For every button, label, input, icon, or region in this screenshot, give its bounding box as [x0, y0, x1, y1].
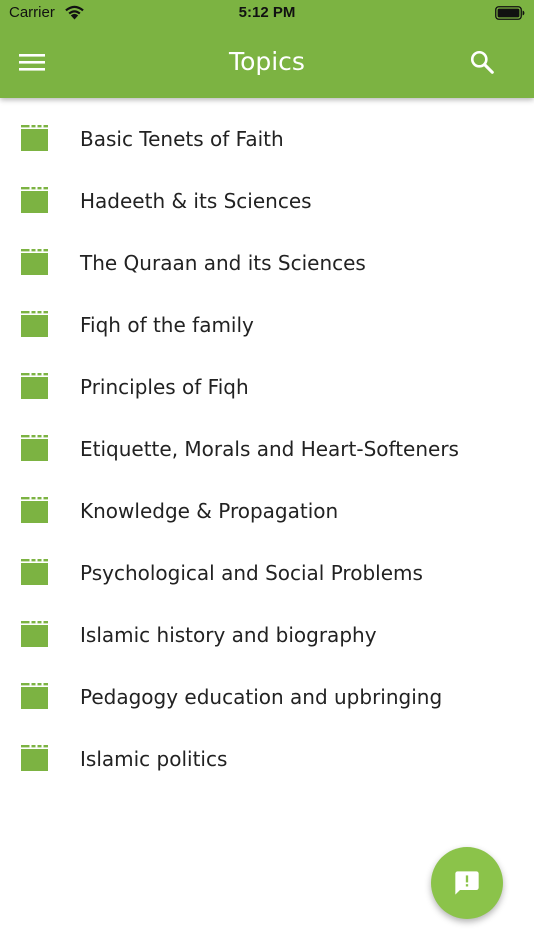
topic-item[interactable]: Basic Tenets of Faith	[0, 108, 534, 170]
topic-item[interactable]: Islamic history and biography	[0, 604, 534, 666]
folder-icon	[21, 249, 48, 275]
topic-label: Principles of Fiqh	[80, 375, 249, 399]
folder-icon	[21, 311, 48, 337]
topic-label: Islamic history and biography	[80, 623, 377, 647]
topic-item[interactable]: Hadeeth & its Sciences	[0, 170, 534, 232]
topic-item[interactable]: Pedagogy education and upbringing	[0, 666, 534, 728]
hamburger-menu-icon	[19, 54, 45, 71]
folder-icon	[21, 187, 48, 213]
topic-item[interactable]: Etiquette, Morals and Heart-Softeners	[0, 418, 534, 480]
menu-button[interactable]	[8, 38, 56, 86]
topic-item[interactable]: Fiqh of the family	[0, 294, 534, 356]
topic-item[interactable]: Principles of Fiqh	[0, 356, 534, 418]
page-title: Topics	[229, 47, 305, 76]
topic-label: Hadeeth & its Sciences	[80, 189, 312, 213]
topic-label: Islamic politics	[80, 747, 228, 771]
topic-label: The Quraan and its Sciences	[80, 251, 366, 275]
topic-label: Knowledge & Propagation	[80, 499, 339, 523]
folder-icon	[21, 125, 48, 151]
folder-icon	[21, 497, 48, 523]
top-bar: Carrier 5:12 PM Topics	[0, 0, 534, 98]
topic-label: Psychological and Social Problems	[80, 561, 423, 585]
topic-label: Fiqh of the family	[80, 313, 254, 337]
clock-label: 5:12 PM	[238, 4, 296, 21]
status-bar: Carrier 5:12 PM	[0, 0, 534, 28]
topic-item[interactable]: The Quraan and its Sciences	[0, 232, 534, 294]
folder-icon	[21, 745, 48, 771]
feedback-button[interactable]	[431, 847, 503, 919]
topic-list: Basic Tenets of Faith Hadeeth & its Scien…	[0, 108, 534, 790]
topic-item[interactable]: Psychological and Social Problems	[0, 542, 534, 604]
folder-icon	[21, 683, 48, 709]
search-button[interactable]	[458, 38, 506, 86]
topic-label: Etiquette, Morals and Heart-Softeners	[80, 437, 459, 461]
topics-screen: Carrier 5:12 PM Topics Basic Tenets of F…	[0, 0, 534, 950]
topic-label: Pedagogy education and upbringing	[80, 685, 443, 709]
folder-icon	[21, 559, 48, 585]
feedback-icon	[455, 871, 479, 895]
topic-item[interactable]: Islamic politics	[0, 728, 534, 790]
topic-item[interactable]: Knowledge & Propagation	[0, 480, 534, 542]
folder-icon	[21, 373, 48, 399]
folder-icon	[21, 621, 48, 647]
app-bar: Topics	[0, 28, 534, 98]
search-icon	[470, 50, 494, 74]
topic-label: Basic Tenets of Faith	[80, 127, 284, 151]
folder-icon	[21, 435, 48, 461]
battery-icon	[495, 6, 525, 20]
